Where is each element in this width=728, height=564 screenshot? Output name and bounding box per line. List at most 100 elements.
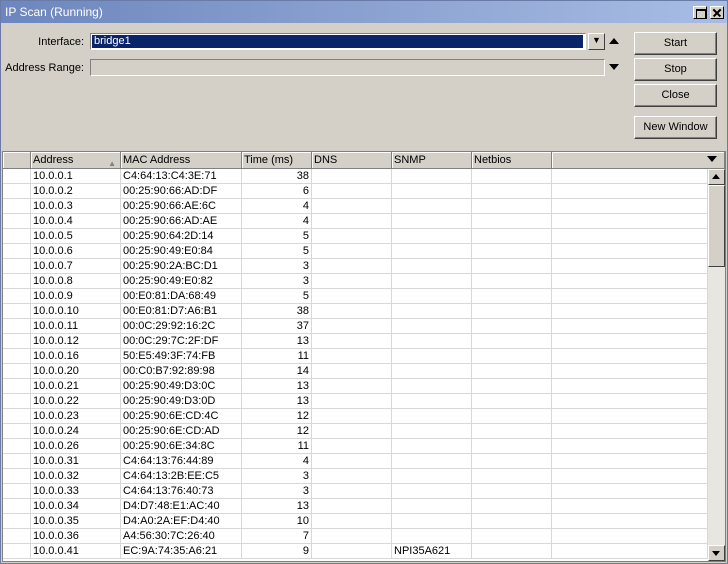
cell-time: 3: [242, 469, 312, 484]
table-row[interactable]: 10.0.0.7 00:25:90:2A:BC:D1 3: [3, 259, 708, 274]
start-button[interactable]: Start: [634, 32, 717, 55]
table-row[interactable]: 10.0.0.4 00:25:90:66:AD:AE 4: [3, 214, 708, 229]
cell-snmp: [392, 274, 472, 289]
table-row[interactable]: 10.0.0.35 D4:A0:2A:EF:D4:40 10: [3, 514, 708, 529]
table-row[interactable]: 10.0.0.12 00:0C:29:7C:2F:DF 13: [3, 334, 708, 349]
cell-filler: [552, 334, 708, 349]
table-row[interactable]: 10.0.0.23 00:25:90:6E:CD:4C 12: [3, 409, 708, 424]
cell-snmp: [392, 214, 472, 229]
row-marker: [3, 334, 31, 349]
cell-filler: [552, 394, 708, 409]
cell-filler: [552, 379, 708, 394]
cell-dns: [312, 244, 392, 259]
title-bar[interactable]: IP Scan (Running): [1, 1, 727, 23]
table-row[interactable]: 10.0.0.6 00:25:90:49:E0:84 5: [3, 244, 708, 259]
cell-mac: 50:E5:49:3F:74:FB: [121, 349, 242, 364]
close-button[interactable]: Close: [634, 84, 717, 107]
cell-netbios: [472, 229, 552, 244]
row-marker: [3, 244, 31, 259]
stop-button[interactable]: Stop: [634, 58, 717, 81]
table-row[interactable]: 10.0.0.32 C4:64:13:2B:EE:C5 3: [3, 469, 708, 484]
row-marker: [3, 469, 31, 484]
address-range-input[interactable]: [90, 59, 605, 76]
cell-dns: [312, 274, 392, 289]
vertical-scrollbar[interactable]: [708, 169, 725, 561]
cell-snmp: [392, 409, 472, 424]
table-row[interactable]: 10.0.0.41 EC:9A:74:35:A6:21 9 NPI35A621: [3, 544, 708, 559]
row-marker: [3, 214, 31, 229]
column-header-address[interactable]: Address ▲: [31, 152, 121, 169]
table-row[interactable]: 10.0.0.10 00:E0:81:D7:A6:B1 38: [3, 304, 708, 319]
cell-address: 10.0.0.16: [31, 349, 121, 364]
row-marker: [3, 169, 31, 184]
cell-snmp: [392, 244, 472, 259]
table-row[interactable]: 10.0.0.5 00:25:90:64:2D:14 5: [3, 229, 708, 244]
cell-netbios: [472, 514, 552, 529]
row-marker: [3, 199, 31, 214]
cell-address: 10.0.0.24: [31, 424, 121, 439]
expand-down-icon[interactable]: [609, 64, 619, 70]
cell-mac: A4:56:30:7C:26:40: [121, 529, 242, 544]
table-row[interactable]: 10.0.0.24 00:25:90:6E:CD:AD 12: [3, 424, 708, 439]
cell-dns: [312, 319, 392, 334]
table-row[interactable]: 10.0.0.31 C4:64:13:76:44:89 4: [3, 454, 708, 469]
cell-time: 5: [242, 229, 312, 244]
cell-address: 10.0.0.1: [31, 169, 121, 184]
table-row[interactable]: 10.0.0.22 00:25:90:49:D3:0D 13: [3, 394, 708, 409]
cell-dns: [312, 544, 392, 559]
cell-mac: 00:E0:81:DA:68:49: [121, 289, 242, 304]
cell-netbios: [472, 454, 552, 469]
row-marker: [3, 484, 31, 499]
cell-mac: C4:64:13:2B:EE:C5: [121, 469, 242, 484]
table-row[interactable]: 10.0.0.21 00:25:90:49:D3:0C 13: [3, 379, 708, 394]
cell-snmp: [392, 499, 472, 514]
new-window-button[interactable]: New Window: [634, 116, 717, 139]
table-row[interactable]: 10.0.0.1 C4:64:13:C4:3E:71 38: [3, 169, 708, 184]
scroll-up-icon[interactable]: [708, 169, 725, 185]
table-row[interactable]: 10.0.0.33 C4:64:13:76:40:73 3: [3, 484, 708, 499]
close-icon[interactable]: [710, 6, 724, 19]
column-header-netbios[interactable]: Netbios: [472, 152, 552, 169]
column-header-blank[interactable]: [3, 152, 31, 169]
cell-mac: C4:64:13:76:44:89: [121, 454, 242, 469]
column-header-snmp[interactable]: SNMP: [392, 152, 472, 169]
table-row[interactable]: 10.0.0.36 A4:56:30:7C:26:40 7: [3, 529, 708, 544]
window-title: IP Scan (Running): [5, 5, 103, 19]
cell-netbios: [472, 379, 552, 394]
cell-address: 10.0.0.9: [31, 289, 121, 304]
table-row[interactable]: 10.0.0.20 00:C0:B7:92:89:98 14: [3, 364, 708, 379]
column-menu-icon[interactable]: [707, 156, 717, 162]
cell-snmp: [392, 334, 472, 349]
table-row[interactable]: 10.0.0.3 00:25:90:66:AE:6C 4: [3, 199, 708, 214]
scrollbar-thumb[interactable]: [708, 185, 725, 267]
table-row[interactable]: 10.0.0.34 D4:D7:48:E1:AC:40 13: [3, 499, 708, 514]
table-row[interactable]: 10.0.0.8 00:25:90:49:E0:82 3: [3, 274, 708, 289]
maximize-icon[interactable]: [693, 6, 707, 19]
cell-dns: [312, 394, 392, 409]
cell-filler: [552, 199, 708, 214]
cell-address: 10.0.0.7: [31, 259, 121, 274]
column-header-dns[interactable]: DNS: [312, 152, 392, 169]
scroll-down-icon[interactable]: [708, 545, 725, 561]
column-header-time[interactable]: Time (ms): [242, 152, 312, 169]
table-row[interactable]: 10.0.0.2 00:25:90:66:AD:DF 6: [3, 184, 708, 199]
interface-select[interactable]: bridge1: [90, 33, 586, 50]
cell-time: 37: [242, 319, 312, 334]
collapse-up-icon[interactable]: [609, 38, 619, 44]
cell-dns: [312, 514, 392, 529]
cell-address: 10.0.0.34: [31, 499, 121, 514]
table-row[interactable]: 10.0.0.11 00:0C:29:92:16:2C 37: [3, 319, 708, 334]
table-row[interactable]: 10.0.0.9 00:E0:81:DA:68:49 5: [3, 289, 708, 304]
table-row[interactable]: 10.0.0.16 50:E5:49:3F:74:FB 11: [3, 349, 708, 364]
cell-snmp: NPI35A621: [392, 544, 472, 559]
row-marker: [3, 289, 31, 304]
interface-dropdown-button[interactable]: ▼: [588, 33, 605, 50]
cell-address: 10.0.0.22: [31, 394, 121, 409]
row-marker: [3, 439, 31, 454]
row-marker: [3, 184, 31, 199]
cell-snmp: [392, 439, 472, 454]
column-header-mac[interactable]: MAC Address: [121, 152, 242, 169]
cell-netbios: [472, 184, 552, 199]
table-row[interactable]: 10.0.0.26 00:25:90:6E:34:8C 11: [3, 439, 708, 454]
cell-snmp: [392, 289, 472, 304]
